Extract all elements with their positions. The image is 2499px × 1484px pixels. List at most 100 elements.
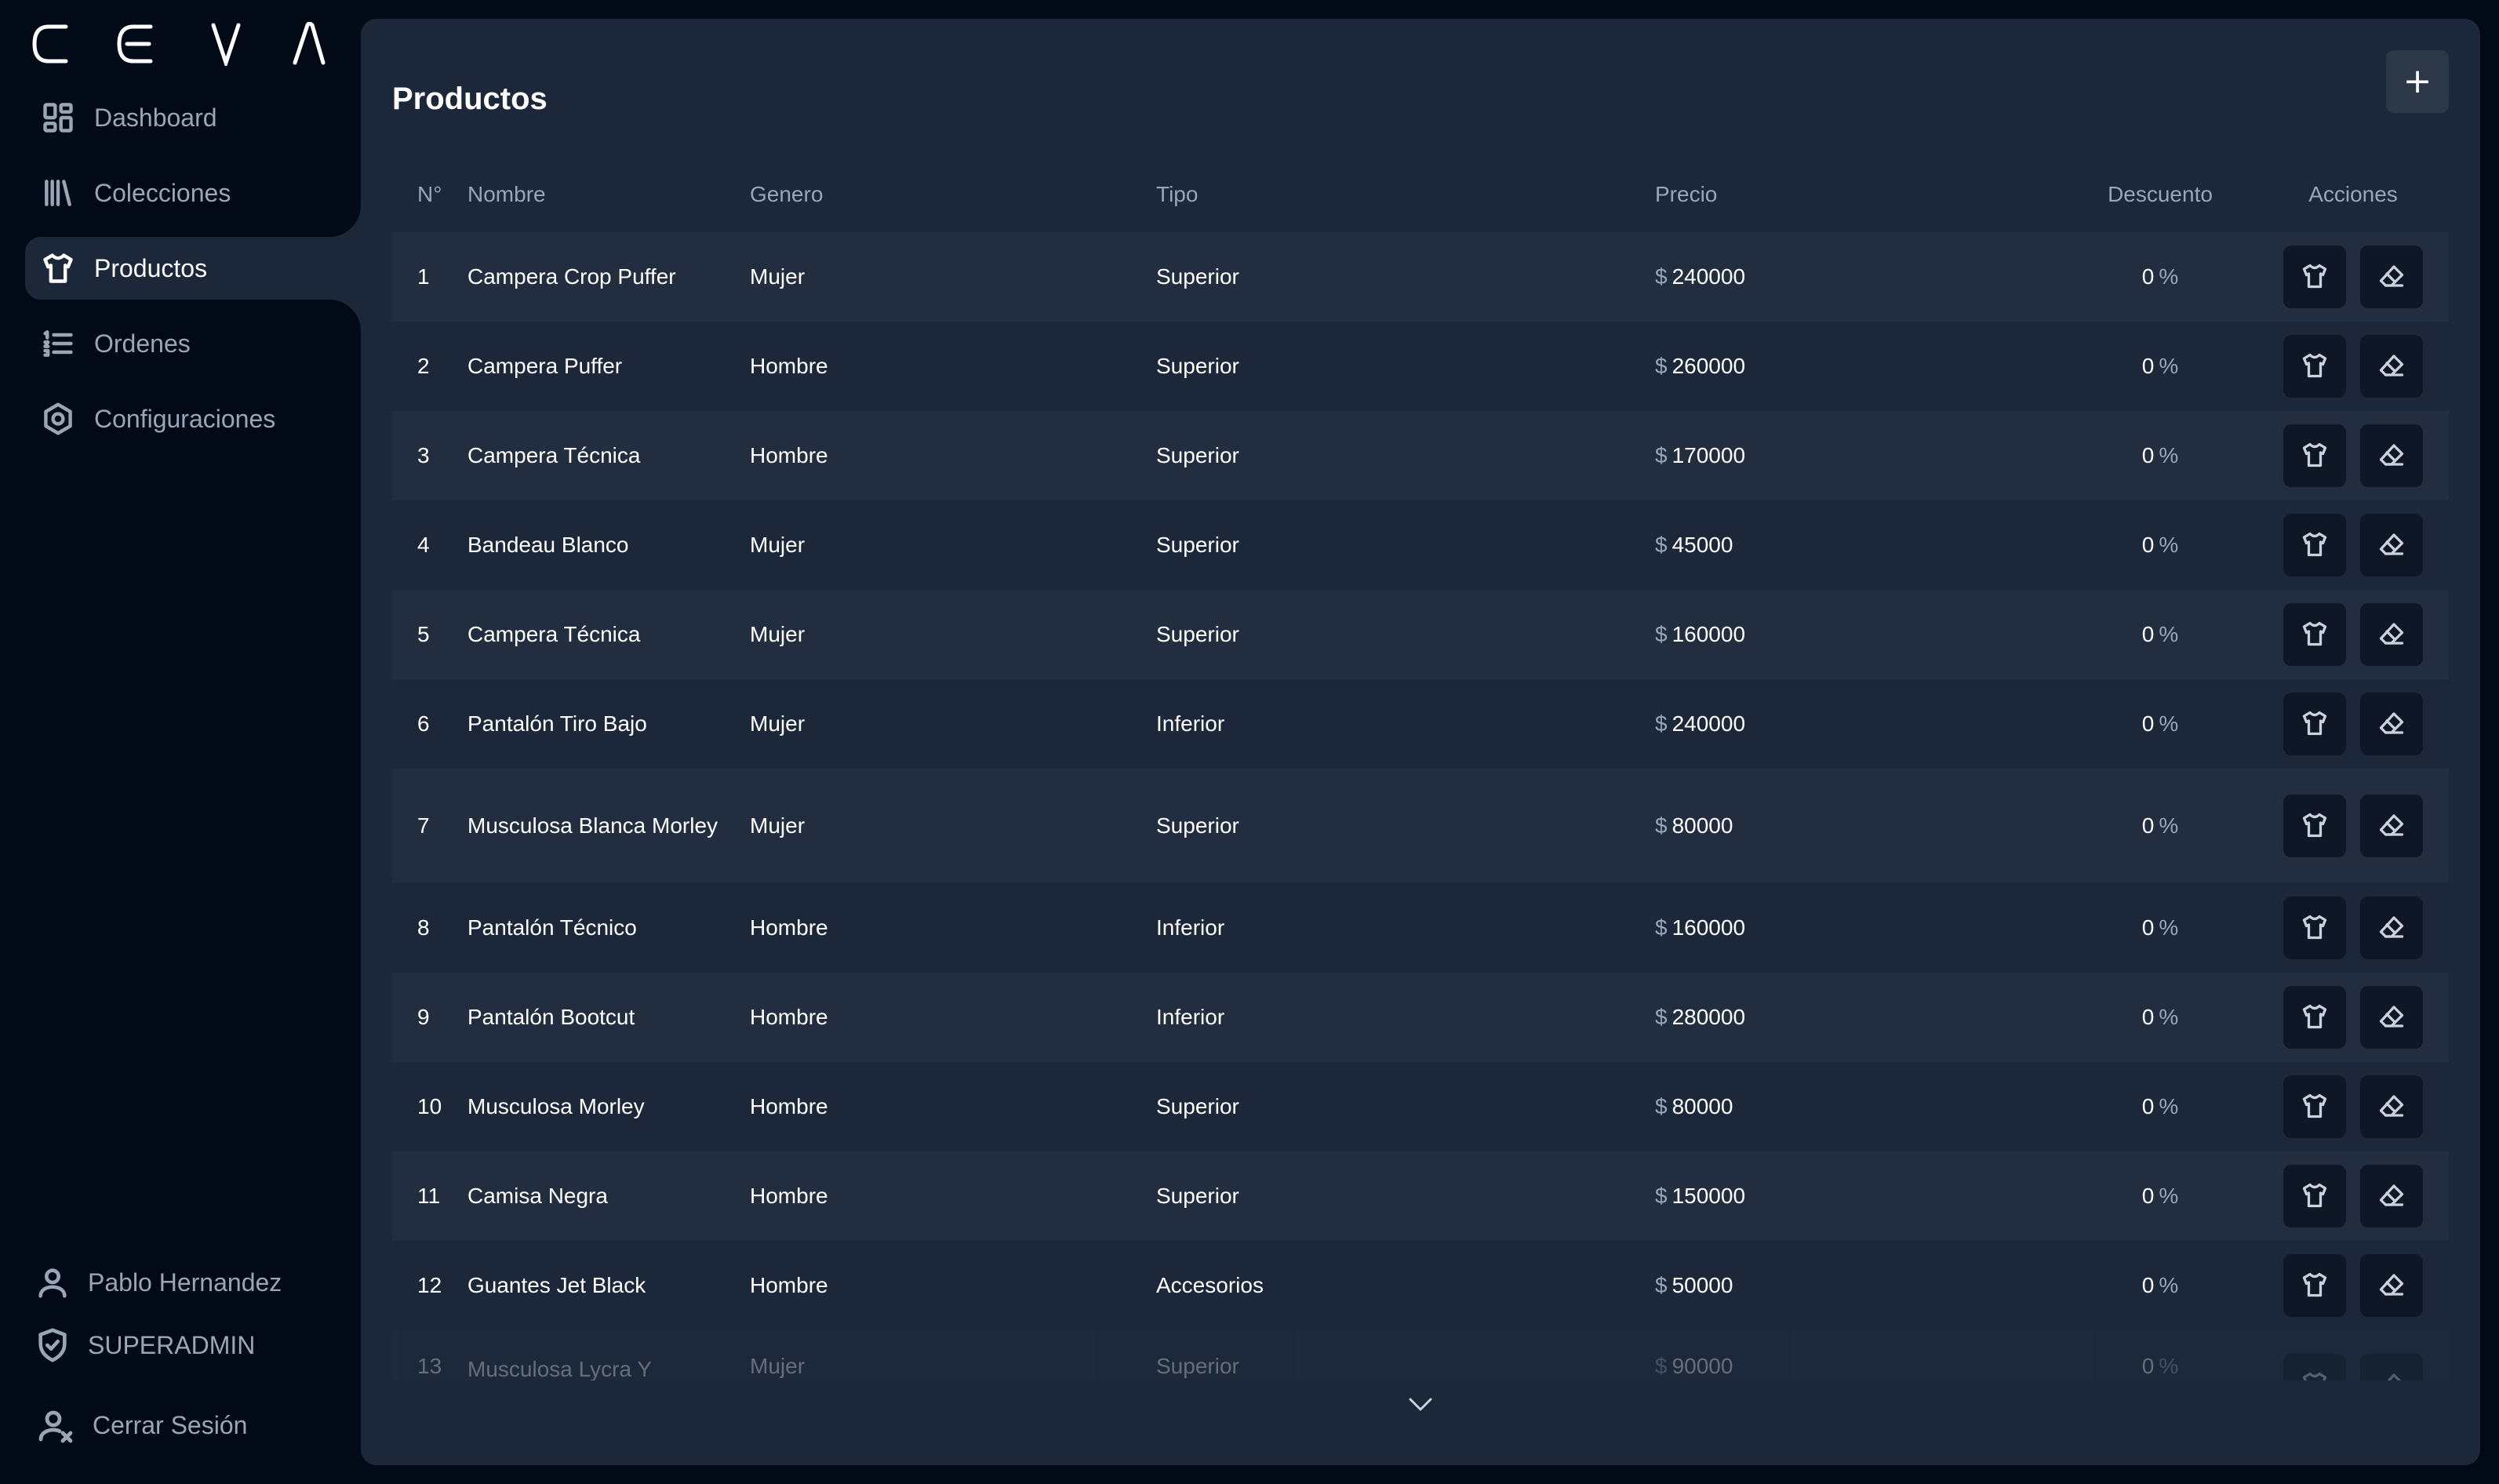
- dashboard-icon: [39, 99, 77, 136]
- currency-symbol: $: [1655, 915, 1668, 940]
- price-value: 50000: [1671, 1273, 1733, 1297]
- discount-value: 0: [2141, 622, 2155, 646]
- edit-product-button[interactable]: [2283, 795, 2346, 857]
- product-price: $45000: [1655, 533, 2063, 558]
- percent-symbol: %: [2159, 1184, 2179, 1208]
- sidebar-item-dashboard[interactable]: Dashboard: [25, 86, 361, 149]
- add-product-button[interactable]: +: [2386, 50, 2449, 113]
- delete-product-button[interactable]: [2360, 1075, 2423, 1138]
- delete-product-button[interactable]: [2360, 1165, 2423, 1228]
- currency-symbol: $: [1655, 443, 1668, 467]
- column-header-type: Tipo: [1156, 182, 1199, 206]
- edit-product-button[interactable]: [2283, 335, 2346, 398]
- discount-value: 0: [2141, 264, 2155, 289]
- user-role: SUPERADMIN: [88, 1330, 256, 1359]
- edit-product-button[interactable]: [2283, 897, 2346, 959]
- product-discount: 0%: [2063, 264, 2257, 289]
- currency-symbol: $: [1655, 622, 1668, 646]
- delete-product-button[interactable]: [2360, 335, 2423, 398]
- currency-symbol: $: [1655, 711, 1668, 736]
- row-number: 13: [417, 1354, 442, 1378]
- delete-product-button[interactable]: [2360, 1254, 2423, 1317]
- user-icon: [38, 1268, 67, 1298]
- product-name: Camisa Negra: [467, 1184, 608, 1208]
- shirt-icon: [2301, 709, 2329, 740]
- product-type: Superior: [1156, 813, 1239, 838]
- product-name: Pantalón Técnico: [467, 915, 637, 940]
- edit-product-button[interactable]: [2283, 1254, 2346, 1317]
- product-price: $240000: [1655, 264, 2063, 289]
- column-header-actions: Acciones: [2308, 182, 2398, 206]
- sidebar-item-productos[interactable]: Productos: [25, 237, 361, 300]
- table-row: 8 Pantalón Técnico Hombre Inferior $160000 0%: [392, 883, 2449, 973]
- delete-product-button[interactable]: [2360, 795, 2423, 857]
- delete-product-button[interactable]: [2360, 693, 2423, 755]
- edit-product-button[interactable]: [2283, 693, 2346, 755]
- table-body: 1 Campera Crop Puffer Mujer Superior $240000…: [392, 232, 2449, 1417]
- eraser-icon: [2377, 811, 2406, 842]
- sidebar-item-configuraciones[interactable]: Configuraciones: [25, 387, 361, 450]
- delete-product-button[interactable]: [2360, 424, 2423, 487]
- currency-symbol: $: [1655, 264, 1668, 289]
- column-header-price: Precio: [1655, 182, 1718, 206]
- table-header: N° Nombre Genero Tipo Precio Descuento A…: [392, 157, 2449, 232]
- eraser-icon: [2377, 620, 2406, 650]
- sidebar-item-label: Colecciones: [94, 178, 231, 207]
- shirt-icon: [2301, 351, 2329, 382]
- user-name-row: Pablo Hernandez: [35, 1255, 348, 1310]
- product-discount: 0%: [2063, 813, 2257, 838]
- product-discount: 0%: [2063, 1354, 2257, 1379]
- table-row: 5 Campera Técnica Mujer Superior $160000 0%: [392, 590, 2449, 679]
- eraser-icon: [2377, 1002, 2406, 1033]
- delete-product-button[interactable]: [2360, 514, 2423, 577]
- edit-product-button[interactable]: [2283, 986, 2346, 1049]
- sidebar-item-ordenes[interactable]: Ordenes: [25, 312, 361, 375]
- edit-product-button[interactable]: [2283, 1165, 2346, 1228]
- product-discount: 0%: [2063, 533, 2257, 558]
- discount-value: 0: [2141, 1273, 2155, 1297]
- product-price: $80000: [1655, 813, 2063, 838]
- edit-product-button[interactable]: [2283, 514, 2346, 577]
- edit-product-button[interactable]: [2283, 246, 2346, 308]
- product-name: Guantes Jet Black: [467, 1273, 646, 1297]
- edit-product-button[interactable]: [2283, 424, 2346, 487]
- product-name: Musculosa Blanca Morley: [467, 813, 718, 838]
- product-price: $160000: [1655, 915, 2063, 940]
- price-value: 45000: [1671, 533, 1733, 557]
- sidebar-item-colecciones[interactable]: Colecciones: [25, 162, 361, 224]
- edit-product-button[interactable]: [2283, 1075, 2346, 1138]
- ceva-logo[interactable]: [31, 22, 337, 66]
- delete-product-button[interactable]: [2360, 986, 2423, 1049]
- delete-product-button[interactable]: [2360, 246, 2423, 308]
- row-actions: [2257, 795, 2449, 857]
- currency-symbol: $: [1655, 1184, 1668, 1208]
- scroll-down-button[interactable]: [1401, 1388, 1440, 1420]
- product-name: Campera Técnica: [467, 622, 641, 646]
- product-gender: Mujer: [750, 711, 806, 736]
- price-value: 90000: [1671, 1354, 1733, 1378]
- percent-symbol: %: [2159, 533, 2179, 557]
- row-number: 10: [417, 1094, 442, 1118]
- currency-symbol: $: [1655, 533, 1668, 557]
- logout-button[interactable]: Cerrar Sesión: [38, 1398, 247, 1453]
- row-actions: [2257, 1165, 2449, 1228]
- product-name: Pantalón Tiro Bajo: [467, 711, 647, 736]
- product-gender: Hombre: [750, 1184, 828, 1208]
- row-number: 4: [417, 533, 430, 557]
- row-actions: [2257, 693, 2449, 755]
- edit-product-button[interactable]: [2283, 603, 2346, 666]
- price-value: 280000: [1671, 1005, 1746, 1029]
- sidebar-item-label: Configuraciones: [94, 404, 276, 433]
- discount-value: 0: [2141, 443, 2155, 467]
- row-actions: [2257, 514, 2449, 577]
- delete-product-button[interactable]: [2360, 603, 2423, 666]
- shirt-icon: [2301, 1181, 2329, 1212]
- price-value: 260000: [1671, 354, 1746, 378]
- product-type: Superior: [1156, 1184, 1239, 1208]
- price-value: 240000: [1671, 264, 1746, 289]
- row-actions: [2257, 1254, 2449, 1317]
- table-row: 11 Camisa Negra Hombre Superior $150000 0%: [392, 1151, 2449, 1241]
- delete-product-button[interactable]: [2360, 897, 2423, 959]
- product-discount: 0%: [2063, 915, 2257, 940]
- shirt-icon: [2301, 530, 2329, 561]
